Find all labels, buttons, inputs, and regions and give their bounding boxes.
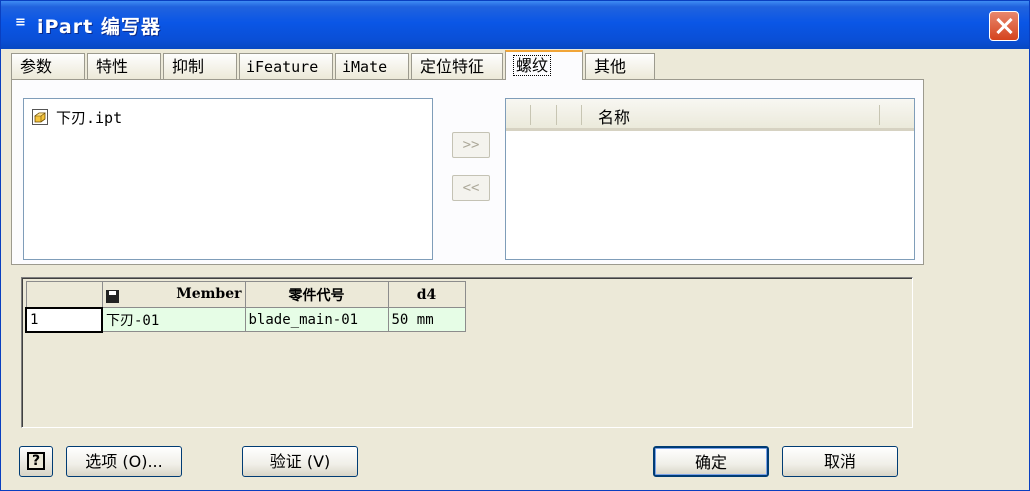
cancel-button[interactable]: 取消 [782,446,898,477]
corner-header[interactable] [25,281,103,308]
tab-threads[interactable]: 螺纹 [505,50,583,80]
window-title: iPart 编写器 [37,16,161,38]
ok-button[interactable]: 确定 [653,446,769,477]
add-button[interactable]: >> [452,132,490,158]
tab-other[interactable]: 其他 [585,53,655,79]
member-cell[interactable]: 下刃-01 [101,307,246,332]
help-icon: ? [27,452,45,470]
member-table: Member 零件代号 d4 1 下刃-01 blade_main-01 50 … [21,277,913,428]
row-number[interactable]: 1 [25,306,103,333]
selected-items-list[interactable]: 名称 [505,98,915,260]
tab-properties[interactable]: 特性 [87,53,161,79]
member-column-header[interactable]: Member [101,281,246,308]
feature-tree-list[interactable]: 下刃.ipt [23,98,433,260]
key-icon [105,290,119,303]
part-number-cell[interactable]: blade_main-01 [244,307,389,332]
help-button[interactable]: ? [19,446,53,477]
part-number-column-header[interactable]: 零件代号 [244,281,389,308]
list-header: 名称 [506,99,914,131]
list-item[interactable]: 下刃.ipt [32,107,122,127]
tab-panel: 下刃.ipt >> << 名称 [11,79,924,265]
table-header-row: Member 零件代号 d4 [25,281,466,308]
tab-imate[interactable]: iMate [335,53,409,79]
tab-ifeature[interactable]: iFeature [239,53,333,79]
table-row[interactable]: 1 下刃-01 blade_main-01 50 mm [25,306,466,333]
close-button[interactable] [989,11,1019,41]
name-column-header[interactable]: 名称 [598,104,630,128]
tab-work-features[interactable]: 定位特征 [411,53,503,79]
part-file-icon [32,109,48,125]
options-button[interactable]: 选项 (O)... [66,446,182,477]
list-item-label: 下刃.ipt [56,108,123,127]
title-bar: ≡ iPart 编写器 [1,1,1029,49]
tab-suppression[interactable]: 抑制 [163,53,237,79]
verify-button[interactable]: 验证 (V) [242,446,358,477]
ipart-author-dialog: ≡ iPart 编写器 参数 特性 抑制 iFeature iMate 定位特征… [0,0,1030,491]
d4-cell[interactable]: 50 mm [387,307,466,332]
d4-column-header[interactable]: d4 [387,281,466,308]
tab-parameters[interactable]: 参数 [11,53,85,79]
app-icon: ≡ [15,15,26,30]
remove-button[interactable]: << [452,175,490,201]
